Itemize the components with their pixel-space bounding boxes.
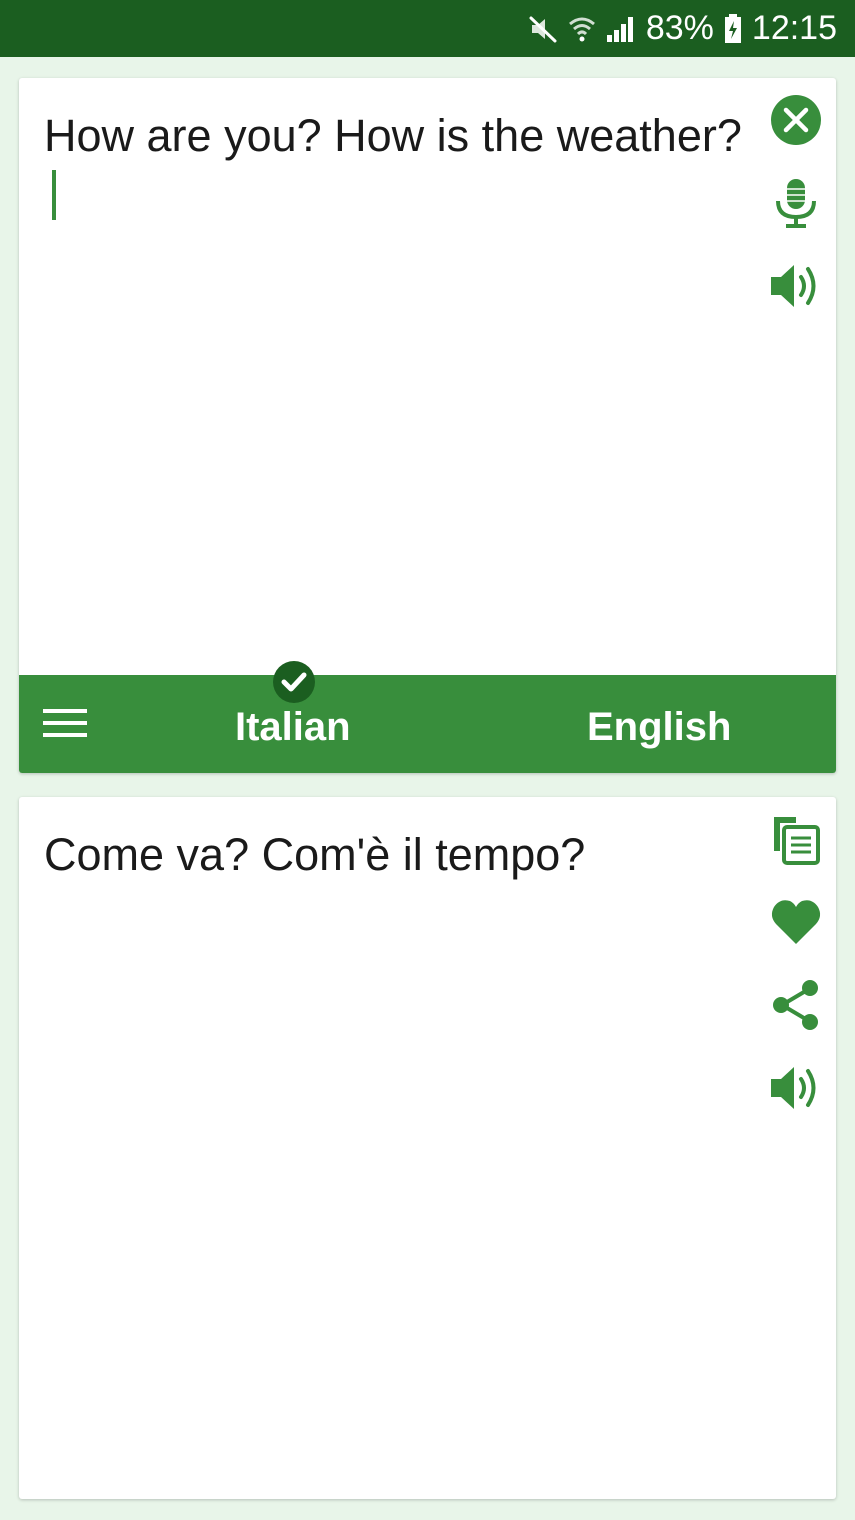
check-icon <box>273 661 315 703</box>
battery-percent: 83% <box>645 9 714 47</box>
menu-icon[interactable] <box>43 705 89 743</box>
clear-icon[interactable] <box>768 92 824 148</box>
status-indicators: 83% 12:15 <box>528 0 837 57</box>
target-language-button[interactable]: English <box>587 675 731 773</box>
translation-text: Come va? Com'è il tempo? <box>44 829 586 880</box>
battery-charging-icon <box>724 13 742 44</box>
clock: 12:15 <box>751 9 837 47</box>
status-bar: 83% 12:15 <box>0 0 855 57</box>
copy-icon[interactable] <box>768 811 824 867</box>
mute-icon <box>528 14 558 44</box>
source-input[interactable]: How are you? How is the weather? <box>44 108 744 221</box>
text-cursor <box>52 170 56 221</box>
translation-card: Come va? Com'è il tempo? <box>19 797 836 1499</box>
source-text: How are you? How is the weather? <box>44 110 742 161</box>
language-bar: Italian English <box>19 675 836 773</box>
speaker-icon[interactable] <box>768 1060 824 1116</box>
wifi-icon <box>568 14 596 44</box>
signal-icon <box>606 15 636 43</box>
source-card: How are you? How is the weather? Italian… <box>19 78 836 773</box>
speaker-icon[interactable] <box>768 258 824 314</box>
microphone-icon[interactable] <box>768 175 824 231</box>
favorite-icon[interactable] <box>768 894 824 950</box>
share-icon[interactable] <box>768 977 824 1033</box>
